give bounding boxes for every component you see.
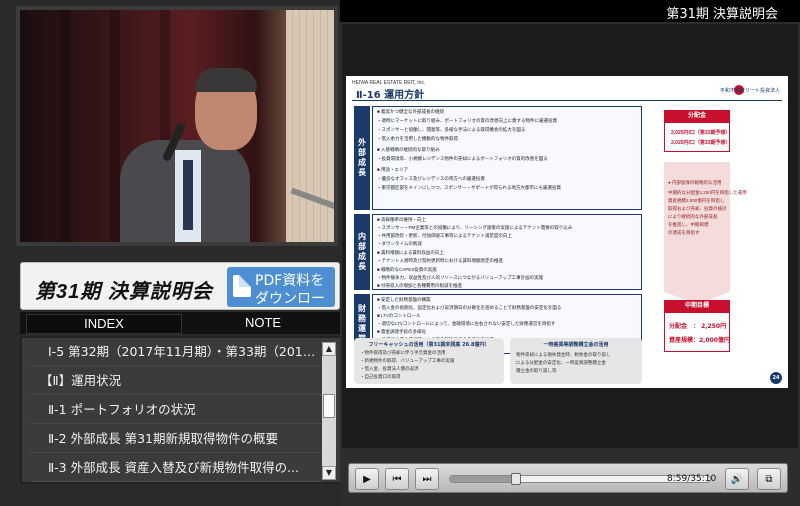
scroll-thumb[interactable] <box>323 394 335 418</box>
slide: HEIWA REAL ESTATE REIT, Inc. Ⅱ-16 運用方針 平… <box>346 76 788 388</box>
left-panel: 第31期 決算説明会 PDF資料を ダウンロード INDEX NOTE Ⅰ-5 … <box>8 0 342 506</box>
skip-back-icon: ⏮ <box>392 473 402 485</box>
target-box: 分配金 ： 2,250円 資産規模：2,000億円 <box>664 312 730 352</box>
video-player[interactable] <box>16 6 338 246</box>
bullet: ・東京都区部をメインにしつつ、スポンサー・サポートが得られる地方大都市にも厳選投… <box>377 185 562 190</box>
time-readout: 8:59/35:10 <box>667 474 717 484</box>
scroll-up-icon[interactable]: ▲ <box>322 342 336 356</box>
target-value: 分配金 ： 2,250円 <box>669 323 727 330</box>
bullet: ■ 資金調達手段の多様化 <box>377 329 426 334</box>
event-banner: 第31期 決算説明会 PDF資料を ダウンロード <box>20 262 340 327</box>
scroll-down-icon[interactable]: ▼ <box>322 466 336 480</box>
arrow-text: 取得および売却、投資の検討 <box>668 206 727 211</box>
list-item[interactable]: Ⅱ-3 外部成長 資産入替及び新規物件取得の... <box>30 454 322 482</box>
play-icon: ▶ <box>363 473 371 485</box>
right-panel: 第31期 決算説明会 HEIWA REAL ESTATE REIT, Inc. … <box>340 0 800 506</box>
bullet: ■ LTVのコントロール <box>377 313 421 318</box>
bullet: ・物件競争力、収益性及び人的リソースにつながるバリューアップ工事計画の実施 <box>377 275 544 280</box>
target-heading: 中期目標 <box>664 300 730 312</box>
tab-note[interactable]: NOTE <box>188 314 338 334</box>
distribution-value: 2,025円/口（第33期予想） <box>671 140 731 146</box>
distribution-value: 2,025円/口（第32期予想） <box>671 130 731 136</box>
bullet: ・優良なオフィス及びレジデンスの両方への厳選投資 <box>377 176 485 181</box>
box-line: ・新規物件の取得、バリューアップ工事の実施 <box>360 358 455 363</box>
arrow-text: ● 内部留保の戦略的な活用 <box>668 180 722 185</box>
bullet: ・ダウンタイムの削減 <box>377 241 422 246</box>
list-scrollbar[interactable]: ▲ ▼ <box>322 342 336 480</box>
next-button[interactable]: ⏭ <box>415 468 439 490</box>
arrow-text: により継続的な外部成長 <box>668 214 718 219</box>
box-line: ・物件取得及び売却に伴う手元資金の活用 <box>360 350 446 355</box>
player-controls: ▶ ⏮ ⏭ 8:59/35:10 🔊 ⧉ <box>348 463 788 493</box>
bullet: ・適時にマーケットに取り組み、ポートフォリオの質の改善向上に資する物件に厳選投資 <box>377 118 557 123</box>
fullscreen-icon: ⧉ <box>765 473 773 485</box>
section-label-internal: 内部成長 <box>354 214 370 290</box>
arrow-text: 中期的な分配金2,250円を目指した運用 <box>668 190 747 195</box>
section-internal-growth: ■ 高稼働率の維持・向上 ・スポンサー・PM企業等との協働により、リーシング施策… <box>372 214 642 290</box>
bullet: ・借入余力を活用した機動的な物件取得 <box>377 136 458 141</box>
bullet: ■ 着実かつ健全な外部成長の継続 <box>377 109 444 114</box>
bullet: ・テナント入替時及び契約更新時における賃料増額改定の推進 <box>377 258 503 263</box>
header-title: 第31期 決算説明会 <box>666 7 778 22</box>
pdf-button-label-1: PDF資料を <box>255 273 325 289</box>
bullet: ・投資環境等、小規模レジデンス物件の売却によるポートフォリオの質的改善を図る <box>377 156 548 161</box>
bullet: ■ 戦略的なCAPEX投資の実施 <box>377 267 437 272</box>
bullet: ・共用部改装・更新、付加価値工事等によるテナント満足度の向上 <box>377 233 512 238</box>
list-item[interactable]: 【Ⅱ】運用状況 <box>30 367 322 395</box>
reserve-heading: 一時差異等調整積立金の活用 <box>543 342 609 348</box>
arrow-text: の達成を目指す <box>668 230 700 235</box>
bullet: ■ 付帯収入の増加と各種費用の削減を推進 <box>377 283 462 288</box>
box-line: ・自己投資口の取得 <box>360 374 401 379</box>
bullet: ■ 安定した財務基盤の構築 <box>377 297 431 302</box>
bullet: ■ 賃料増額による賃料収益の向上 <box>377 250 444 255</box>
page-number: 24 <box>770 372 782 384</box>
tab-index[interactable]: INDEX <box>26 314 182 334</box>
box-line: 物件売却による損失発生時、剰余金の取り崩し <box>516 352 611 357</box>
free-cash-box: フリーキャッシュの活用（第31期末残高 26.8億円） ・物件取得及び売却に伴う… <box>354 338 504 384</box>
bullet: ■ 入替戦略の継続的な取り組み <box>377 147 440 152</box>
box-line: による分配金の安定化、一時差異調整積立金 <box>516 360 606 365</box>
section-external-growth: ■ 着実かつ健全な外部成長の継続 ・適時にマーケットに取り組み、ポートフォリオの… <box>372 106 642 210</box>
document-icon <box>233 275 251 297</box>
previous-button[interactable]: ⏮ <box>385 468 409 490</box>
fullscreen-button[interactable]: ⧉ <box>757 468 781 490</box>
slide-title: Ⅱ-16 運用方針 <box>356 90 425 101</box>
slide-logo-text: 平和不動産リート投資法人 <box>719 88 780 94</box>
bullet: ・スポンサーと協働し、開発等、多様な手法による取得機会の拡大を図る <box>377 127 526 132</box>
arrow-text: 資産規模2,000億円を目指し <box>668 198 725 203</box>
target-value: 資産規模：2,000億円 <box>669 337 730 344</box>
speaker-icon: 🔊 <box>730 473 744 485</box>
event-title: 第31期 決算説明会 <box>35 281 213 303</box>
box-line: 積立金の取り崩し等 <box>516 368 557 373</box>
bullet: ■ 高稼働率の維持・向上 <box>377 217 426 222</box>
reserve-box: 一時差異等調整積立金の活用 物件売却による損失発生時、剰余金の取り崩し による分… <box>510 338 642 384</box>
index-list: Ⅰ-5 第32期（2017年11月期）・第33期（2018年... 【Ⅱ】運用状… <box>20 336 342 484</box>
pdf-download-button[interactable]: PDF資料を ダウンロード <box>227 267 335 327</box>
box-line: ・借入金、投資法人債の返済 <box>360 366 419 371</box>
bullet: ・スポンサー・PM企業等との協働により、リーシング施策の実施によるテナント需要の… <box>377 225 573 230</box>
list-item[interactable]: Ⅱ-1 ポートフォリオの状況 <box>30 396 322 424</box>
bullet: ■ 用途・エリア <box>377 167 408 172</box>
section-label-external: 外部成長 <box>354 106 370 210</box>
tab-bar: INDEX NOTE <box>20 312 342 334</box>
free-cash-heading: フリーキャッシュの活用（第31期末残高 26.8億円） <box>368 342 490 348</box>
distribution-heading: 分配金 <box>664 110 730 122</box>
list-item[interactable]: Ⅰ-5 第32期（2017年11月期）・第33期（2018年... <box>30 338 322 366</box>
play-button[interactable]: ▶ <box>355 468 379 490</box>
strategy-arrow: ● 内部留保の戦略的な活用 中期的な分配金2,250円を目指した運用 資産規模2… <box>664 162 747 304</box>
skip-forward-icon: ⏭ <box>422 473 432 485</box>
arrow-text: を推進し、中期目標 <box>668 222 709 227</box>
volume-button[interactable]: 🔊 <box>725 468 749 490</box>
slide-viewer: HEIWA REAL ESTATE REIT, Inc. Ⅱ-16 運用方針 平… <box>342 24 798 448</box>
header-bar: 第31期 決算説明会 <box>340 0 800 22</box>
distribution-box: 2,025円/口（第32期予想） 2,025円/口（第33期予想） <box>664 122 730 152</box>
bullet: ・適切なLTVコントロールによって、金融環境に左右されない安定した財務運営を目指… <box>377 321 556 326</box>
seek-handle[interactable] <box>511 473 522 485</box>
app-root: 第31期 決算説明会 PDF資料を ダウンロード INDEX NOTE Ⅰ-5 … <box>0 0 800 506</box>
bullet: ・借入金の長期化、固定化および返済期日の分散化を進めることで財務基盤の安定化を図… <box>377 305 562 310</box>
list-item[interactable]: Ⅱ-2 外部成長 第31期新規取得物件の概要 <box>30 425 322 453</box>
seek-progress <box>450 476 517 482</box>
